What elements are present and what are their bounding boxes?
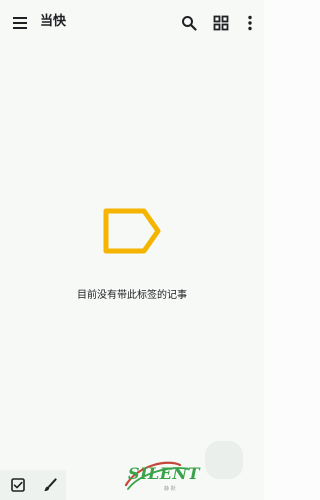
- empty-state-message: 目前没有带此标签的记事: [77, 290, 187, 301]
- bottom-toolbar: [0, 470, 66, 500]
- grid-view-icon[interactable]: [209, 11, 233, 35]
- app-screen: 当快 目前没有带此标签的记事 SILENT 静 默: [0, 0, 264, 500]
- empty-state: 目前没有带此标签的记事: [0, 205, 264, 305]
- menu-icon[interactable]: [8, 11, 32, 35]
- top-app-bar: 当快: [0, 0, 264, 46]
- watermark-brand: SILENT: [128, 464, 201, 483]
- checkbox-icon[interactable]: [8, 475, 28, 495]
- page-title: 当快: [40, 14, 67, 29]
- label-outline-icon: [103, 208, 161, 254]
- more-vertical-icon[interactable]: [238, 11, 262, 35]
- watermark-subtext: 静 默: [164, 486, 176, 492]
- search-icon[interactable]: [177, 11, 201, 35]
- brush-icon[interactable]: [40, 475, 60, 495]
- watermark-logo: SILENT 静 默: [118, 455, 214, 497]
